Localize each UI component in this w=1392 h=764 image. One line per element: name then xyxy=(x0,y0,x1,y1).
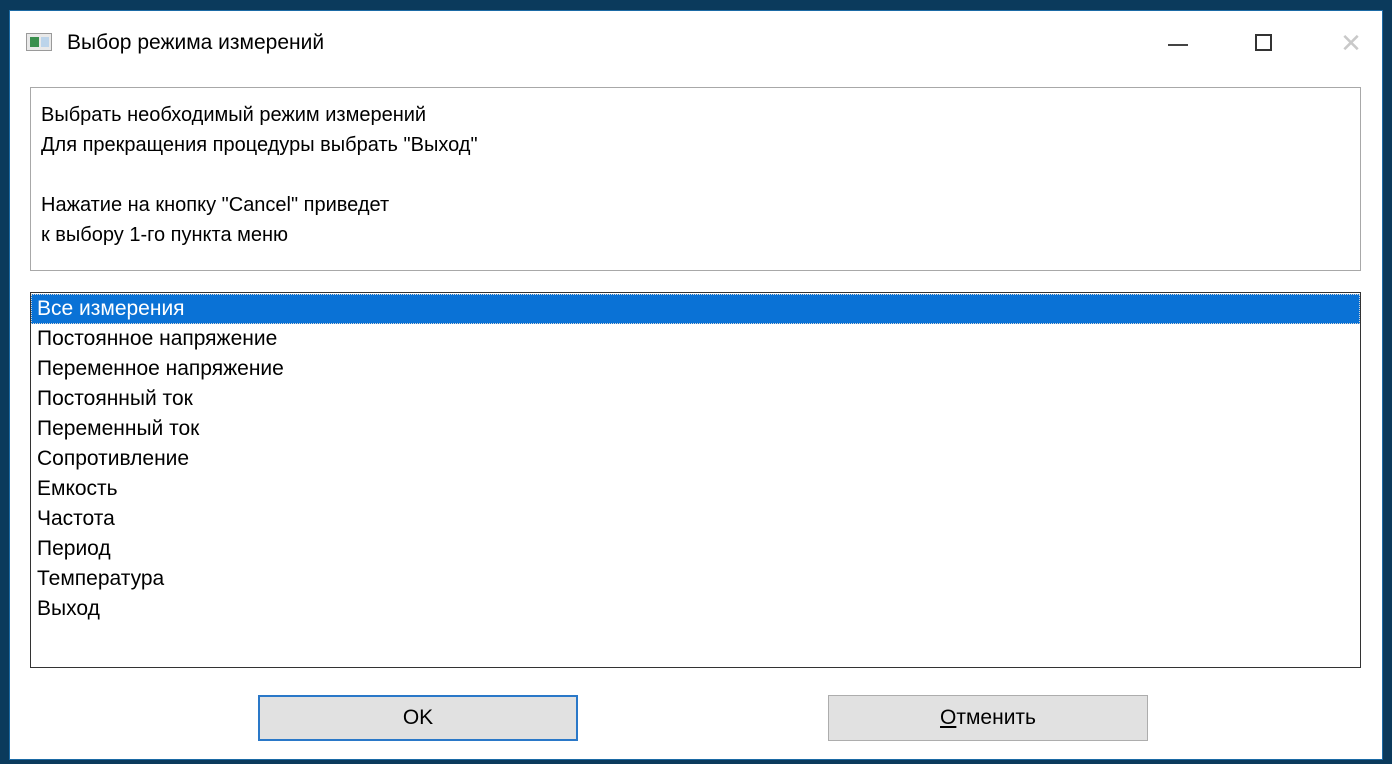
list-item-capacitance[interactable]: Емкость xyxy=(31,474,1360,504)
maximize-button[interactable] xyxy=(1241,25,1287,61)
list-item-temperature[interactable]: Температура xyxy=(31,564,1360,594)
list-item-dc-voltage[interactable]: Постоянное напряжение xyxy=(31,324,1360,354)
app-icon xyxy=(26,33,52,51)
close-button[interactable]: ✕ xyxy=(1328,25,1374,61)
dialog-window: Выбор режима измерений ✕ Выбрать необход… xyxy=(9,10,1383,760)
list-item-resistance[interactable]: Сопротивление xyxy=(31,444,1360,474)
list-item-exit[interactable]: Выход xyxy=(31,594,1360,624)
list-item-ac-voltage[interactable]: Переменное напряжение xyxy=(31,354,1360,384)
cancel-button[interactable]: Отменить xyxy=(828,695,1148,741)
message-line: к выбору 1-го пункта меню xyxy=(41,224,289,246)
maximize-icon xyxy=(1255,34,1272,51)
list-item-all-measurements[interactable]: Все измерения xyxy=(31,294,1360,324)
list-item-ac-current[interactable]: Переменный ток xyxy=(31,414,1360,444)
window-title: Выбор режима измерений xyxy=(67,31,325,54)
list-item-dc-current[interactable]: Постоянный ток xyxy=(31,384,1360,414)
message-line-blank xyxy=(41,160,1350,190)
close-icon: ✕ xyxy=(1340,28,1362,58)
message-line: Нажатие на кнопку "Cancel" приведет xyxy=(41,194,390,216)
measurement-mode-list[interactable]: Все измерения Постоянное напряжение Пере… xyxy=(30,292,1361,668)
minimize-button[interactable] xyxy=(1155,25,1201,61)
message-box: Выбрать необходимый режим измерений Для … xyxy=(30,87,1361,271)
message-line: Выбрать необходимый режим измерений xyxy=(41,104,427,126)
title-bar[interactable]: Выбор режима измерений ✕ xyxy=(10,11,1382,75)
list-item-period[interactable]: Период xyxy=(31,534,1360,564)
list-item-frequency[interactable]: Частота xyxy=(31,504,1360,534)
ok-button[interactable]: OK xyxy=(258,695,578,741)
minimize-icon xyxy=(1168,44,1188,46)
message-line: Для прекращения процедуры выбрать "Выход… xyxy=(41,134,478,156)
